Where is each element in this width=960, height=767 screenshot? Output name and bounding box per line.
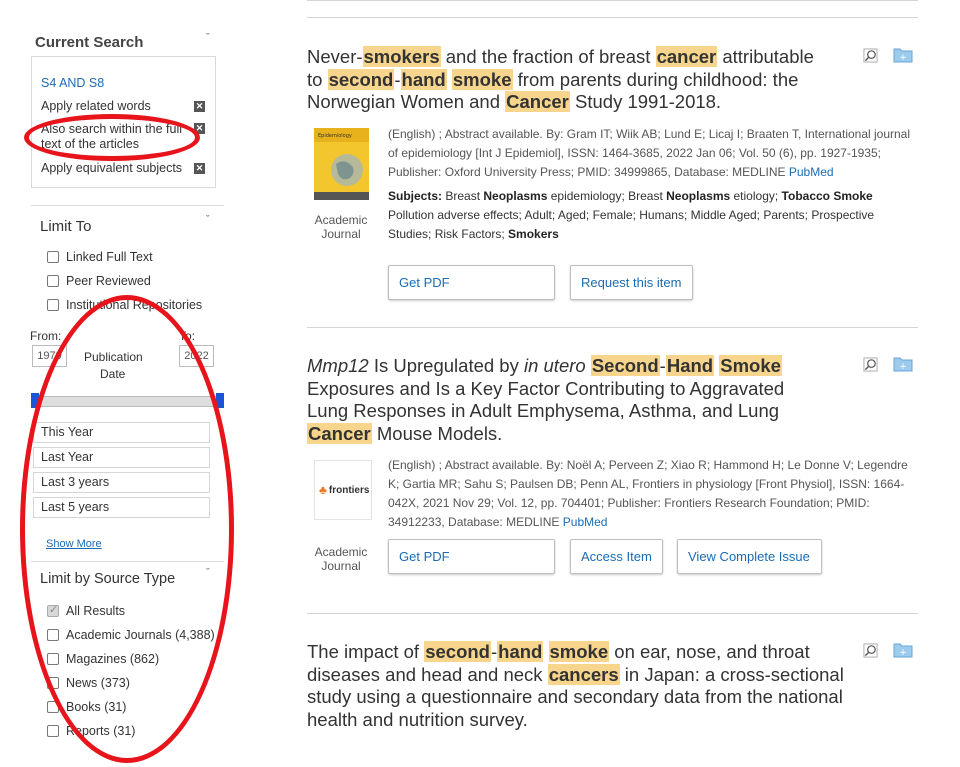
- publisher-logo-thumbnail[interactable]: ♣ frontiers: [314, 460, 372, 520]
- current-search-heading[interactable]: Current Search: [35, 34, 143, 51]
- document-type-line1: Academic: [314, 545, 368, 559]
- date-option-last-year[interactable]: Last Year: [33, 447, 210, 468]
- add-to-folder-icon[interactable]: +: [893, 46, 913, 63]
- access-item-button[interactable]: Access Item: [570, 539, 663, 574]
- document-type-line1: Academic: [314, 213, 368, 227]
- document-type-line2: Journal: [321, 559, 361, 573]
- checkbox[interactable]: [47, 299, 59, 311]
- from-label: From:: [30, 329, 62, 343]
- checkbox[interactable]: [47, 251, 59, 263]
- request-item-button[interactable]: Request this item: [570, 265, 693, 300]
- get-pdf-button[interactable]: Get PDF: [388, 539, 555, 574]
- checkbox-peer-reviewed[interactable]: Peer Reviewed: [47, 274, 151, 288]
- checkbox-institutional-repositories[interactable]: Institutional Repositories: [47, 298, 202, 312]
- remove-icon[interactable]: ✕: [194, 163, 205, 174]
- publication-date-label-line2: Date: [100, 367, 126, 381]
- limit-to-heading[interactable]: Limit To: [40, 218, 91, 235]
- document-type-line2: Journal: [321, 227, 361, 241]
- date-range-slider[interactable]: [31, 396, 224, 407]
- current-search-box: S4 AND S8 Apply related words ✕ Also sea…: [31, 56, 216, 188]
- checkbox-linked-full-text[interactable]: Linked Full Text: [47, 250, 153, 264]
- show-more-link[interactable]: Show More: [46, 538, 102, 550]
- pubmed-link[interactable]: PubMed: [563, 515, 608, 529]
- result-meta: (English) ; Abstract available. By: Noël…: [388, 458, 908, 529]
- add-to-folder-icon[interactable]: +: [893, 355, 913, 372]
- divider: [307, 327, 918, 328]
- slider-handle-start[interactable]: [31, 393, 39, 408]
- view-complete-issue-button[interactable]: View Complete Issue: [677, 539, 822, 574]
- date-option-last-3-years[interactable]: Last 3 years: [33, 472, 210, 493]
- result-meta: (English) ; Abstract available. By: Gram…: [388, 127, 911, 179]
- divider: [307, 613, 918, 614]
- result-title[interactable]: Never-smokers and the fraction of breast…: [307, 46, 827, 114]
- source-news[interactable]: News (373): [47, 676, 130, 690]
- checkbox[interactable]: [47, 275, 59, 287]
- full-text-search-line2[interactable]: text of the articles: [41, 137, 139, 152]
- checkbox[interactable]: [47, 653, 59, 665]
- result-title[interactable]: The impact of second-hand smoke on ear, …: [307, 641, 847, 731]
- source-all-results[interactable]: All Results: [47, 603, 125, 618]
- chevron-down-icon[interactable]: ˇ: [206, 214, 210, 226]
- divider: [307, 17, 918, 18]
- date-option-this-year[interactable]: This Year: [33, 422, 210, 443]
- remove-icon[interactable]: ✕: [194, 101, 205, 112]
- get-pdf-button[interactable]: Get PDF: [388, 265, 555, 300]
- from-year-input[interactable]: 1979: [32, 345, 67, 367]
- full-text-search-line1[interactable]: Also search within the full: [41, 122, 182, 137]
- apply-related-words[interactable]: Apply related words: [41, 99, 151, 114]
- preview-magnifier-icon[interactable]: [863, 48, 878, 63]
- source-magazines[interactable]: Magazines (862): [47, 652, 159, 666]
- chevron-down-icon[interactable]: ˇ: [206, 567, 210, 579]
- divider: [307, 0, 918, 1]
- date-option-last-5-years[interactable]: Last 5 years: [33, 497, 210, 518]
- pubmed-link[interactable]: PubMed: [789, 165, 834, 179]
- preview-magnifier-icon[interactable]: [863, 357, 878, 372]
- svg-text:+: +: [899, 648, 907, 658]
- checkbox[interactable]: [47, 603, 59, 617]
- checkbox[interactable]: [47, 629, 59, 641]
- checkbox[interactable]: [47, 677, 59, 689]
- source-reports[interactable]: Reports (31): [47, 724, 135, 738]
- apply-equivalent-subjects[interactable]: Apply equivalent subjects: [41, 161, 182, 176]
- to-label: To:: [179, 329, 196, 343]
- svg-text:Epidemiology: Epidemiology: [318, 133, 352, 139]
- result-title[interactable]: Mmp12 Is Upregulated by in utero Second-…: [307, 355, 807, 445]
- slider-handle-end[interactable]: [216, 393, 224, 408]
- to-year-input[interactable]: 2022: [179, 345, 214, 367]
- remove-icon[interactable]: ✕: [194, 123, 205, 134]
- svg-text:+: +: [899, 53, 907, 63]
- checkbox[interactable]: [47, 725, 59, 737]
- divider: [31, 561, 224, 562]
- search-query-link[interactable]: S4 AND S8: [41, 76, 104, 91]
- source-academic-journals[interactable]: Academic Journals (4,388): [47, 628, 215, 642]
- source-books[interactable]: Books (31): [47, 700, 126, 714]
- chevron-down-icon[interactable]: ˇ: [206, 32, 210, 44]
- frontiers-logo-icon: ♣: [319, 483, 327, 497]
- svg-text:+: +: [899, 362, 907, 372]
- journal-cover-thumbnail[interactable]: Epidemiology: [314, 128, 369, 200]
- sidebar: Current Search ˇ S4 AND S8 Apply related…: [0, 0, 234, 767]
- preview-magnifier-icon[interactable]: [863, 643, 878, 658]
- source-type-heading[interactable]: Limit by Source Type: [40, 571, 175, 587]
- add-to-folder-icon[interactable]: +: [893, 641, 913, 658]
- divider: [31, 205, 224, 206]
- result-subjects: Subjects: Breast Neoplasms epidemiology;…: [388, 189, 875, 241]
- publication-date-label: Publication: [84, 350, 143, 364]
- checkbox[interactable]: [47, 701, 59, 713]
